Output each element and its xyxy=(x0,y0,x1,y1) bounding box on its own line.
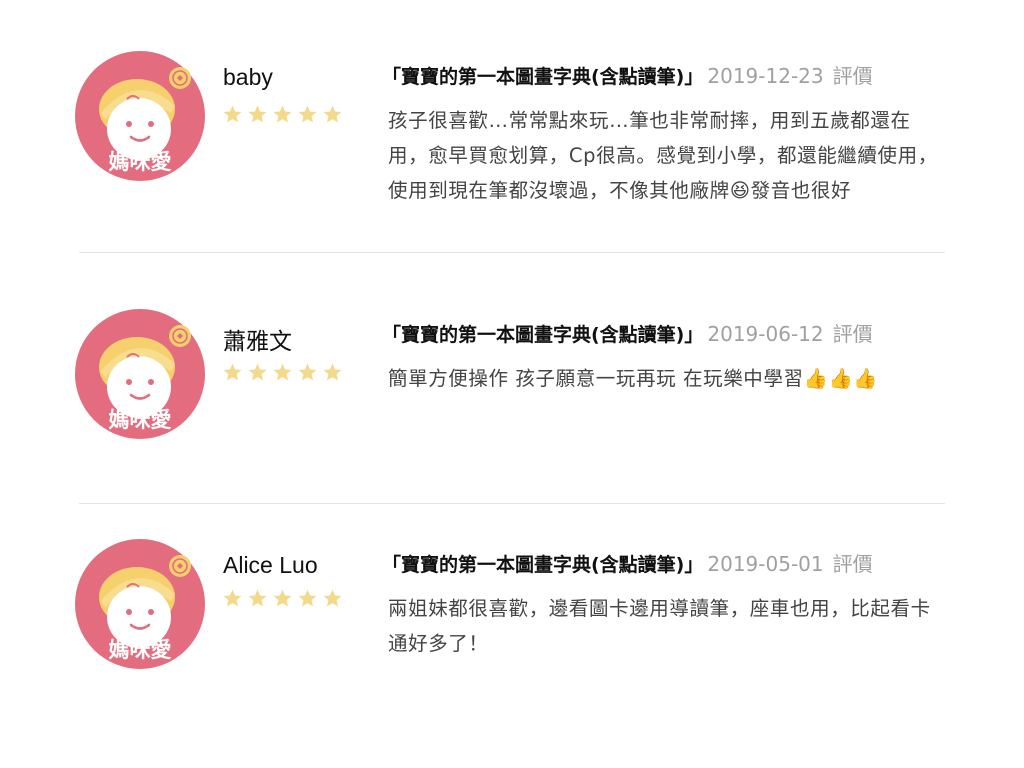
review-date: 2019-05-01 xyxy=(707,552,824,576)
baby-face-logo-icon: 媽咪愛 xyxy=(75,539,205,669)
star-icon xyxy=(222,362,243,383)
product-link[interactable]: 「寶寶的第一本圖畫字典(含點讀筆)」 xyxy=(382,62,703,89)
review-date: 2019-06-12 xyxy=(707,322,824,346)
product-link[interactable]: 「寶寶的第一本圖畫字典(含點讀筆)」 xyxy=(382,320,703,347)
star-icon xyxy=(222,104,243,125)
star-icon xyxy=(272,104,293,125)
star-icon xyxy=(322,588,343,609)
divider xyxy=(79,503,945,504)
star-icon xyxy=(247,104,268,125)
review-text: 孩子很喜歡…常常點來玩…筆也非常耐摔，用到五歲都還在用，愈早買愈划算，Cp很高。… xyxy=(388,109,938,202)
avatar: 媽咪愛 xyxy=(75,309,205,439)
review-meta: 「寶寶的第一本圖畫字典(含點讀筆)」 2019-12-23 評價 xyxy=(382,60,873,89)
review-text: 簡單方便操作 孩子願意一玩再玩 在玩樂中學習👍👍👍 xyxy=(388,367,879,390)
star-icon xyxy=(322,104,343,125)
star-rating xyxy=(222,362,343,383)
review-meta: 「寶寶的第一本圖畫字典(含點讀筆)」 2019-05-01 評價 xyxy=(382,548,873,577)
star-icon xyxy=(272,362,293,383)
avatar: 媽咪愛 xyxy=(75,539,205,669)
review-text: 兩姐妹都很喜歡，邊看圖卡邊用導讀筆，座車也用，比起看卡通好多了！ xyxy=(388,597,931,655)
star-icon xyxy=(297,588,318,609)
star-rating xyxy=(222,104,343,125)
reviewer-name: 蕭雅文 xyxy=(223,328,292,354)
star-icon xyxy=(247,588,268,609)
review-date: 2019-12-23 xyxy=(707,64,824,88)
avatar: 媽咪愛 xyxy=(75,51,205,181)
rating-label: 評價 xyxy=(832,64,873,88)
avatar-brand-text: 媽咪愛 xyxy=(109,150,172,174)
reviewer-name: Alice Luo xyxy=(223,552,318,578)
baby-face-logo-icon: 媽咪愛 xyxy=(75,309,205,439)
avatar-brand-text: 媽咪愛 xyxy=(109,408,172,432)
star-icon xyxy=(272,588,293,609)
baby-face-logo-icon: 媽咪愛 xyxy=(75,51,205,181)
star-icon xyxy=(322,362,343,383)
divider xyxy=(79,252,945,253)
star-icon xyxy=(222,588,243,609)
review-meta: 「寶寶的第一本圖畫字典(含點讀筆)」 2019-06-12 評價 xyxy=(382,318,873,347)
avatar-brand-text: 媽咪愛 xyxy=(109,638,172,662)
star-icon xyxy=(297,104,318,125)
reviewer-name: baby xyxy=(223,64,273,90)
star-rating xyxy=(222,588,343,609)
star-icon xyxy=(247,362,268,383)
product-link[interactable]: 「寶寶的第一本圖畫字典(含點讀筆)」 xyxy=(382,550,703,577)
rating-label: 評價 xyxy=(832,552,873,576)
star-icon xyxy=(297,362,318,383)
rating-label: 評價 xyxy=(832,322,873,346)
